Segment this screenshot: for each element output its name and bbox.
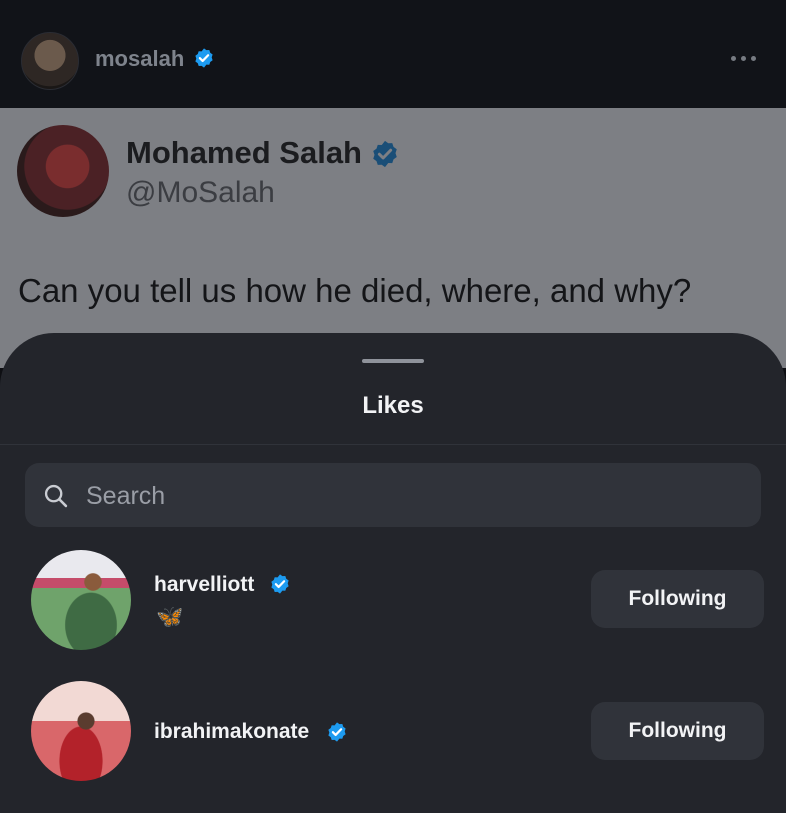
more-options-icon[interactable] bbox=[731, 56, 756, 61]
verified-badge-icon bbox=[328, 722, 346, 742]
search-input[interactable] bbox=[84, 466, 688, 526]
post-author-handle[interactable]: @MoSalah bbox=[126, 176, 275, 210]
divider bbox=[0, 444, 786, 445]
following-button[interactable]: Following bbox=[591, 702, 764, 760]
verified-badge-icon bbox=[373, 140, 397, 168]
liker-username[interactable]: harvelliott bbox=[154, 573, 254, 597]
profile-avatar[interactable] bbox=[21, 32, 79, 90]
header-username[interactable]: mosalah bbox=[95, 46, 184, 72]
liker-username[interactable]: ibrahimakonate bbox=[154, 720, 309, 744]
verified-badge-icon bbox=[195, 48, 213, 68]
post-author-avatar[interactable] bbox=[17, 125, 109, 217]
post-author-name[interactable]: Mohamed Salah bbox=[126, 135, 362, 171]
search-icon bbox=[44, 484, 68, 508]
verified-badge-icon bbox=[271, 574, 289, 594]
user-avatar[interactable] bbox=[31, 550, 131, 650]
liker-bio: 🦋 bbox=[156, 604, 184, 629]
user-avatar[interactable] bbox=[31, 681, 131, 781]
post-text: Can you tell us how he died, where, and … bbox=[18, 272, 692, 309]
following-button[interactable]: Following bbox=[591, 570, 764, 628]
sheet-title: Likes bbox=[362, 392, 424, 419]
sheet-drag-handle[interactable] bbox=[362, 359, 424, 363]
